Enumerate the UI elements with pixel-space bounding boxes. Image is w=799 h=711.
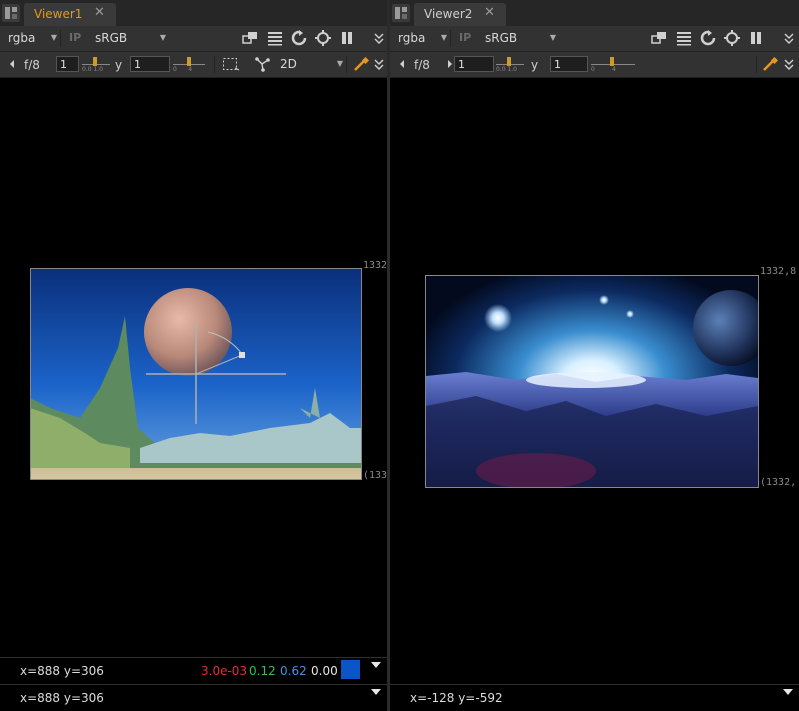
viewer2-toolbar-bottom: f/8 1 0.0 1.0 y 1 0 4 [390, 52, 799, 78]
chevron-down-icon[interactable] [371, 689, 381, 695]
expand-icon[interactable] [781, 30, 797, 46]
gamma-label: y [115, 58, 123, 72]
menu-icon[interactable] [392, 4, 410, 22]
view-mode-value: 2D [280, 57, 297, 71]
gain-field[interactable]: 1 [454, 56, 494, 72]
roi-icon[interactable] [315, 30, 331, 46]
pause-icon[interactable] [339, 30, 355, 46]
pixel-red-value: 3.0e-03 [201, 664, 248, 678]
refresh-icon[interactable] [700, 30, 716, 46]
close-icon[interactable]: ✕ [94, 5, 105, 20]
menu-icon[interactable] [2, 4, 20, 22]
input-process-button[interactable]: IP [459, 29, 471, 47]
viewer2-format-label-top: 1332,8 [760, 266, 797, 277]
viewer2-tabbar: Viewer2 ✕ [390, 0, 799, 27]
close-icon[interactable]: ✕ [484, 5, 495, 20]
roi-icon[interactable] [724, 30, 740, 46]
pick-icon[interactable] [353, 56, 370, 72]
tab-viewer2-label: Viewer2 [424, 7, 473, 21]
pixel-blue-value: 0.62 [280, 664, 307, 678]
chevron-down-icon[interactable] [783, 689, 793, 695]
wipe-icon[interactable] [242, 30, 258, 46]
fstop-label[interactable]: f/8 [24, 57, 40, 73]
viewer1-panel: Viewer1 ✕ rgba ▼ IP sRGB ▼ f/8 1 0.0 1.0… [0, 0, 387, 711]
lut-icon[interactable] [267, 30, 283, 46]
viewer2-cursor-coords: x=-128 y=-592 [410, 691, 503, 705]
view-mode-dropdown[interactable]: 2D ▼ [274, 55, 346, 73]
pick-icon[interactable] [762, 56, 779, 72]
channels-value: rgba [398, 31, 426, 45]
refresh-icon[interactable] [291, 30, 307, 46]
crop-icon[interactable] [222, 56, 240, 72]
chevron-down-icon[interactable] [371, 662, 381, 668]
channels-dropdown[interactable]: rgba ▼ [2, 29, 60, 47]
gamma-slider[interactable]: 0 4 [591, 56, 635, 73]
colorspace-value: sRGB [95, 31, 128, 45]
pixel-color-swatch [341, 660, 360, 679]
viewer2-toolbar-top: rgba ▼ IP sRGB ▼ [390, 26, 799, 52]
channels-dropdown[interactable]: rgba ▼ [392, 29, 450, 47]
tab-viewer2[interactable]: Viewer2 ✕ [414, 3, 506, 26]
colorspace-value: sRGB [485, 31, 518, 45]
transform-icon[interactable] [254, 56, 270, 72]
colorspace-dropdown[interactable]: sRGB ▼ [479, 29, 559, 47]
viewer1-cursor-coords-2: x=888 y=306 [20, 691, 104, 705]
tab-viewer1-label: Viewer1 [34, 7, 83, 21]
gain-field[interactable]: 1 [56, 56, 79, 72]
viewer1-toolbar-bottom: f/8 1 0.0 1.0 y 1 0 4 2D ▼ [0, 52, 387, 78]
viewer1-format-label-bottom: (133 [363, 470, 388, 481]
input-process-button[interactable]: IP [69, 29, 81, 47]
gain-slider[interactable]: 0.0 1.0 [496, 56, 524, 73]
gamma-field[interactable]: 1 [550, 56, 588, 72]
gamma-field[interactable]: 1 [130, 56, 170, 72]
pause-icon[interactable] [748, 30, 764, 46]
viewer1-image[interactable] [30, 268, 362, 480]
pixel-green-value: 0.12 [249, 664, 276, 678]
wipe-icon[interactable] [651, 30, 667, 46]
viewer2-image[interactable] [426, 276, 758, 487]
gamma-label: y [531, 58, 539, 72]
lut-icon[interactable] [676, 30, 692, 46]
prev-icon[interactable] [394, 56, 410, 72]
viewer1-toolbar-top: rgba ▼ IP sRGB ▼ [0, 26, 387, 52]
tab-viewer1[interactable]: Viewer1 ✕ [24, 3, 116, 26]
gain-slider[interactable]: 0.0 1.0 [82, 56, 110, 73]
viewer2-status: x=-128 y=-592 [390, 684, 799, 711]
colorspace-dropdown[interactable]: sRGB ▼ [89, 29, 169, 47]
expand-icon[interactable] [371, 56, 387, 72]
prev-icon[interactable] [4, 56, 20, 72]
viewer1-pixel-status: x=888 y=306 3.0e-03 0.12 0.62 0.00 [0, 657, 387, 684]
expand-icon[interactable] [371, 30, 387, 46]
viewer1-format-label-top: 1332 [363, 260, 388, 271]
viewer1-secondary-status: x=888 y=306 [0, 684, 387, 711]
viewer2-format-label-bottom: (1332, [760, 477, 797, 488]
fstop-label[interactable]: f/8 [414, 57, 430, 73]
pixel-alpha-value: 0.00 [311, 664, 338, 678]
expand-icon[interactable] [781, 56, 797, 72]
gamma-slider[interactable]: 0 4 [173, 56, 205, 73]
channels-value: rgba [8, 31, 36, 45]
viewer2-panel: Viewer2 ✕ rgba ▼ IP sRGB ▼ f/8 1 0.0 1.0… [390, 0, 799, 711]
viewer1-tabbar: Viewer1 ✕ [0, 0, 387, 27]
viewer1-cursor-coords: x=888 y=306 [20, 664, 104, 678]
